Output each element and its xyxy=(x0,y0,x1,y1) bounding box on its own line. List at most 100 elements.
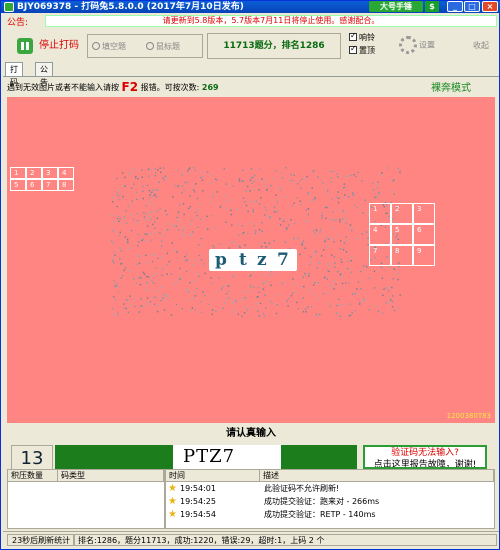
noise-dot xyxy=(297,237,299,239)
noise-dot xyxy=(113,261,115,264)
bell-checkbox[interactable]: 响铃 xyxy=(349,31,375,43)
table-row[interactable]: ★ 19:54:25 成功提交验证：跑来对 - 266ms xyxy=(166,496,379,508)
noise-dot xyxy=(300,285,302,288)
table-row[interactable]: ★ 19:54:54 成功提交验证：RETP - 140ms xyxy=(166,509,376,521)
ad-button[interactable]: 大号手锤 xyxy=(369,1,423,12)
noise-dot xyxy=(230,213,232,216)
minimize-icon[interactable]: _ xyxy=(447,1,463,12)
noise-dot xyxy=(132,218,135,221)
noise-dot xyxy=(345,222,347,224)
noise-dot xyxy=(137,241,140,243)
noise-dot xyxy=(181,233,184,235)
noise-dot xyxy=(243,291,245,293)
noise-dot xyxy=(188,207,190,210)
noise-dot xyxy=(372,182,374,185)
noise-dot xyxy=(351,256,353,258)
noise-dot xyxy=(182,185,184,187)
noise-dot xyxy=(219,206,221,208)
left-number-grid: 1 2 3 4 5 6 7 8 xyxy=(10,167,74,191)
answer-input[interactable]: PTZ7 xyxy=(173,445,281,469)
noise-dot xyxy=(217,291,219,293)
noise-dot xyxy=(138,262,141,264)
noise-dot xyxy=(342,304,345,306)
noise-dot xyxy=(150,232,153,234)
noise-dot xyxy=(377,310,380,312)
noise-dot xyxy=(148,200,150,203)
column-header[interactable]: 码类型 xyxy=(58,470,164,482)
ontop-checkbox[interactable]: 置顶 xyxy=(349,44,375,56)
noise-dot xyxy=(351,229,353,232)
close-icon[interactable]: × xyxy=(482,1,498,12)
noise-dot xyxy=(333,288,335,290)
grid-cell: 3 xyxy=(413,203,435,224)
noise-dot xyxy=(250,286,252,288)
noise-dot xyxy=(399,171,401,173)
noise-dot xyxy=(150,218,152,220)
grid-cell: 6 xyxy=(413,224,435,245)
captcha-canvas[interactable]: p t z 7 1 2 3 4 5 6 7 8 1 2 3 4 5 6 7 8 … xyxy=(7,97,495,423)
radio-click[interactable]: 鼠标题 xyxy=(146,41,180,52)
noise-dot xyxy=(279,189,281,191)
noise-dot xyxy=(352,194,355,196)
noise-dot xyxy=(392,277,394,280)
noise-dot xyxy=(114,285,116,287)
cant-input-button[interactable]: 验证码无法输入? 点击这里报告故障，谢谢! xyxy=(363,445,487,469)
settings-button[interactable]: 设置 xyxy=(399,36,435,54)
noise-dot xyxy=(244,201,246,203)
noise-dot xyxy=(281,282,283,285)
noise-dot xyxy=(321,215,323,217)
noise-dot xyxy=(143,219,145,221)
title-bar[interactable]: BJY069378 - 打码兔5.8.0.0 (2017年7月10日发布) 大号… xyxy=(1,1,500,13)
noise-dot xyxy=(183,189,185,191)
noise-dot xyxy=(211,174,213,176)
noise-dot xyxy=(215,310,217,312)
noise-dot xyxy=(141,176,143,178)
table-row[interactable]: ★ 19:54:01 此验证码不允许刷新! xyxy=(166,483,339,495)
grid-cell: 5 xyxy=(391,224,413,245)
noise-dot xyxy=(386,167,388,169)
noise-dot xyxy=(343,219,346,222)
noise-dot xyxy=(293,174,295,176)
noise-dot xyxy=(145,213,148,215)
noise-dot xyxy=(193,185,196,187)
column-header[interactable]: 描述 xyxy=(260,470,494,482)
noise-dot xyxy=(130,214,132,216)
noise-dot xyxy=(390,299,392,301)
noise-dot xyxy=(153,194,156,196)
noise-dot xyxy=(279,224,282,226)
tab-captcha[interactable]: 打码 xyxy=(5,62,23,87)
noise-dot xyxy=(307,213,309,216)
radio-fill[interactable]: 填空题 xyxy=(92,41,126,52)
noise-dot xyxy=(260,245,263,248)
column-header[interactable]: 时间 xyxy=(166,470,260,482)
noise-dot xyxy=(136,263,139,266)
noise-dot xyxy=(114,254,116,256)
image-id: 1200380T83 xyxy=(446,412,491,420)
noise-dot xyxy=(128,173,130,176)
collapse-button[interactable]: 收起 xyxy=(473,40,489,51)
noise-dot xyxy=(373,270,376,272)
captcha-image[interactable]: p t z 7 xyxy=(209,249,297,271)
row-time: 19:54:54 xyxy=(180,510,216,519)
noise-dot xyxy=(191,307,193,309)
noise-dot xyxy=(113,280,115,282)
stop-button[interactable]: 停止打码 xyxy=(13,35,83,57)
noise-dot xyxy=(270,300,272,302)
noise-dot xyxy=(155,196,158,198)
restore-icon[interactable]: □ xyxy=(464,1,480,12)
noise-dot xyxy=(350,260,352,262)
money-icon[interactable]: $ xyxy=(425,1,439,12)
tab-notice[interactable]: 公告 xyxy=(35,62,53,87)
noise-dot xyxy=(328,265,330,267)
noise-dot xyxy=(212,215,214,217)
noise-dot xyxy=(216,179,219,182)
noise-dot xyxy=(139,283,142,286)
noise-dot xyxy=(200,237,203,240)
noise-dot xyxy=(187,181,189,183)
noise-dot xyxy=(123,269,125,271)
noise-dot xyxy=(350,271,352,273)
noise-dot xyxy=(255,229,257,232)
noise-dot xyxy=(312,199,314,201)
column-header[interactable]: 积压数量 xyxy=(8,470,58,482)
noise-dot xyxy=(140,277,142,279)
